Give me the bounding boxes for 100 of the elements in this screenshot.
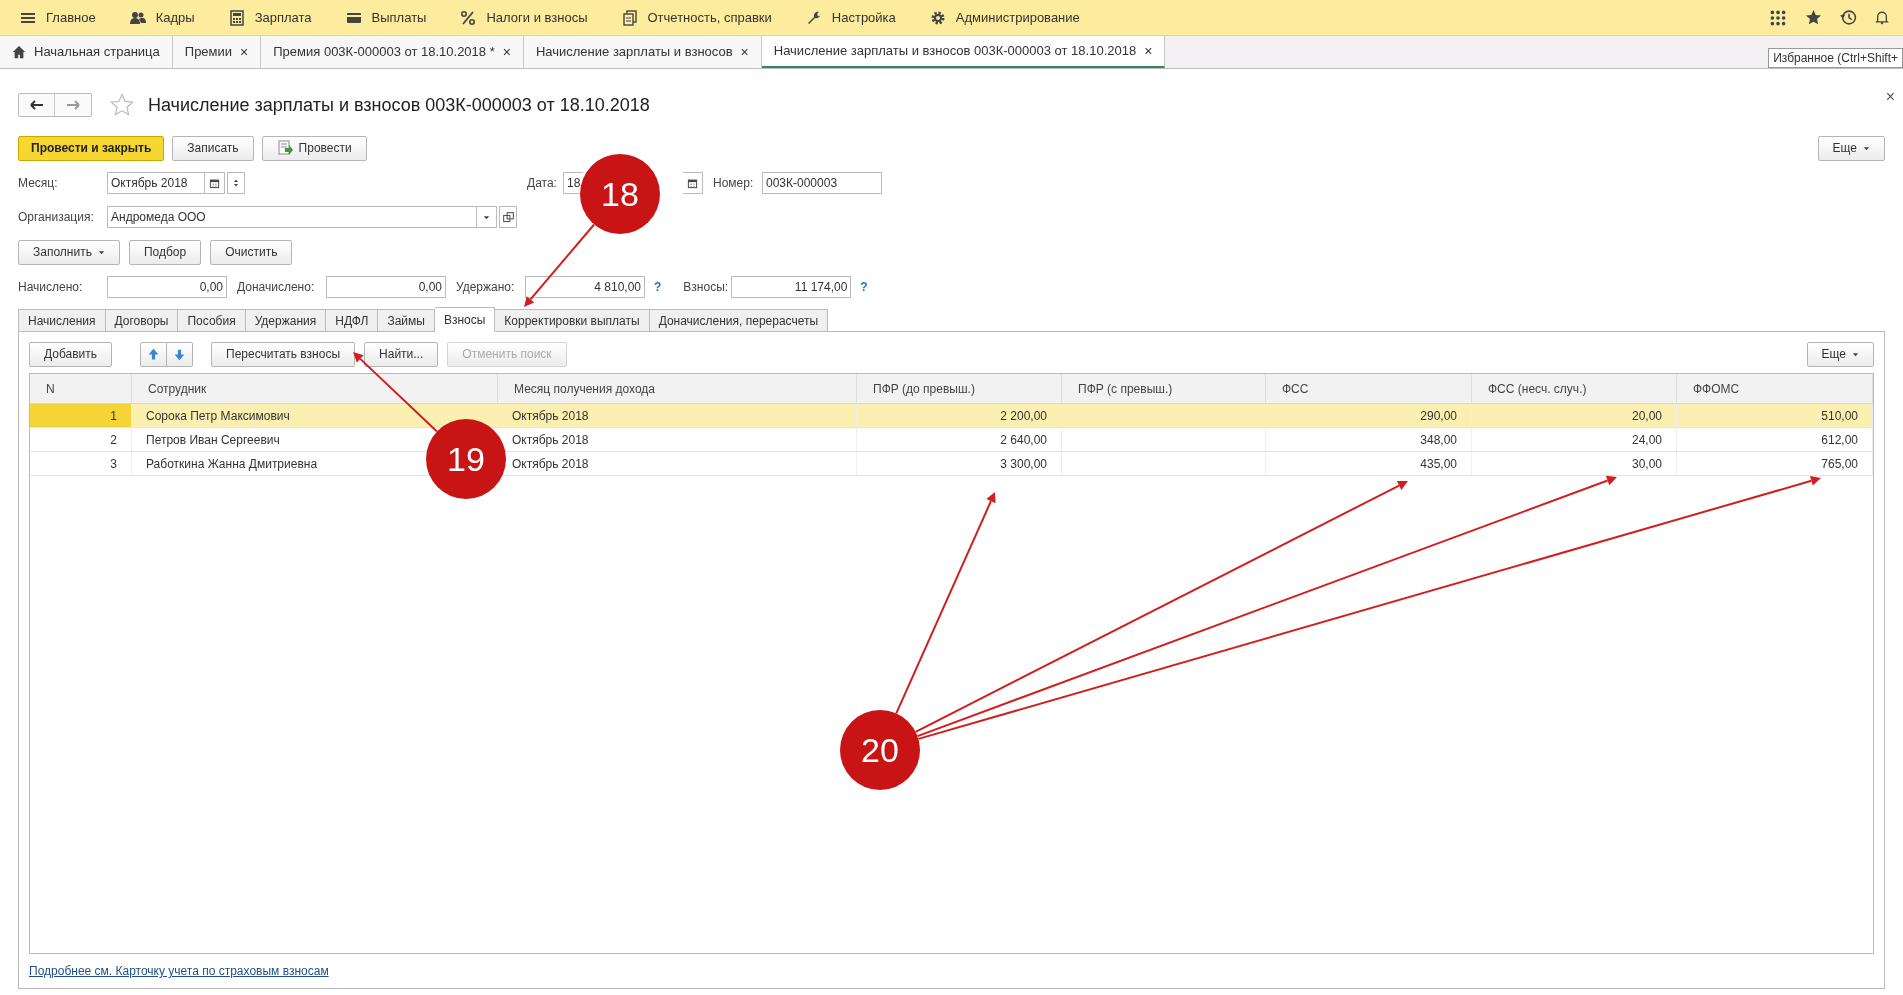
help-link[interactable]: ? [860,278,868,296]
calculator-icon [228,9,245,26]
amount-field[interactable]: 0,00 [107,276,227,298]
organization-field[interactable]: Андромеда ООО [107,206,477,228]
close-tab-icon[interactable]: × [740,41,749,63]
field-label: Доначислено: [237,279,316,296]
menu-item[interactable]: Выплаты [345,7,427,28]
column-header[interactable]: ПФР (до превыш.) [857,374,1062,403]
document-tab[interactable]: Начисление зарплаты и взносов 003К-000003 от 18.10.2018 × [761,36,1166,68]
down-arrow-icon [173,347,187,361]
section-tab[interactable]: НДФЛ [326,309,379,332]
table-cell: 1 [30,404,132,427]
caret-icon [1852,350,1859,358]
column-header[interactable]: ФФОМС [1677,374,1873,403]
menu-item[interactable]: Настройка [805,7,896,28]
people-icon [129,9,146,26]
column-header[interactable]: ПФР (с превыш.) [1062,374,1266,403]
button[interactable]: Очистить [210,239,293,265]
button[interactable]: Пересчитать взносы [211,341,356,367]
section-tab[interactable]: Взносы [434,307,496,332]
open-window-icon [502,211,514,223]
settings-icon [929,9,946,26]
table-cell: 2 [30,428,132,451]
apps-grid-icon [1769,8,1787,27]
calendar-button[interactable] [205,172,225,194]
more-button[interactable]: Еще [1817,135,1885,161]
star-icon [1805,9,1822,26]
caret-icon [97,248,105,256]
menu-item[interactable]: Администрирование [929,7,1080,28]
column-header[interactable]: Месяц получения дохода [498,374,857,403]
more-button[interactable]: Еще [1806,341,1874,367]
document-tab[interactable]: Премия 003К-000003 от 18.10.2018 * × [261,36,524,68]
move-up-button[interactable] [140,341,168,367]
table-cell: 3 300,00 [857,452,1062,475]
section-tab[interactable]: Пособия [178,309,246,332]
help-link[interactable]: ? [654,278,662,296]
field-label: Начислено: [18,279,84,296]
move-down-button[interactable] [167,341,194,367]
calendar-button[interactable] [683,172,703,194]
post-document-icon [276,140,293,156]
table-cell: 612,00 [1677,428,1873,451]
close-tab-icon[interactable]: × [1144,40,1153,62]
section-tab[interactable]: Займы [378,309,435,332]
column-header[interactable]: ФСС (несч. случ.) [1472,374,1677,403]
table-cell: 30,00 [1472,452,1677,475]
table-cell: 290,00 [1266,404,1472,427]
column-header[interactable]: N [30,374,132,403]
callout-number: 18 [580,154,660,234]
post-and-close-button[interactable]: Провести и закрыть [18,135,165,161]
open-button[interactable] [499,206,517,228]
button[interactable]: Подбор [128,239,202,265]
caret-icon [1863,144,1870,152]
amount-field[interactable]: 4 810,00 [525,276,645,298]
close-tab-icon[interactable]: × [502,41,511,63]
field-label: Номер: [713,175,755,192]
table-cell: 348,00 [1266,428,1472,451]
callout-number: 20 [840,710,920,790]
close-icon[interactable]: × [1885,85,1895,109]
section-tab[interactable]: Доначисления, перерасчеты [649,309,829,332]
menu-item[interactable]: Главное [20,7,96,28]
home-icon [12,45,26,59]
menu-item[interactable]: Зарплата [228,7,312,28]
post-button[interactable]: Провести [261,135,367,161]
close-tab-icon[interactable]: × [240,41,249,63]
fill-dropdown-button[interactable]: Заполнить [18,239,120,265]
documents-icon [621,9,638,26]
info-link[interactable]: Подробнее см. Карточку учета по страховым взносам [29,962,329,980]
history-icon [1840,9,1857,26]
navigation-group[interactable] [18,93,92,117]
document-tab[interactable]: Начальная страница [0,36,173,68]
amount-field[interactable]: 0,00 [326,276,446,298]
button[interactable]: Добавить [29,341,113,367]
table-row[interactable]: 1 Сорока Петр Максимович Октябрь 2018 2 200,00 290,00 20,00 510,00 [30,404,1873,428]
field-label: Дата: [527,175,558,192]
calendar-icon [687,177,698,189]
document-tab[interactable]: Премии × [172,36,262,68]
table-cell: 2 200,00 [857,404,1062,427]
table-cell: 3 [30,452,132,475]
percent-icon [460,9,477,26]
menu-item[interactable]: Налоги и взносы [460,7,588,28]
up-down-icon [232,177,240,189]
section-tab[interactable]: Корректировки выплаты [495,309,650,332]
calendar-icon [209,177,220,189]
button[interactable]: Найти... [364,341,439,367]
table-cell: Октябрь 2018 [498,404,857,427]
section-tab[interactable]: Начисления [18,309,106,332]
column-header[interactable]: Сотрудник [132,374,498,403]
table-cell: 510,00 [1677,404,1873,427]
field-label: Удержано: [456,279,516,296]
number-field[interactable]: 003К-000003 [762,172,882,194]
amount-field[interactable]: 11 174,00 [731,276,852,298]
save-button[interactable]: Записать [172,135,254,161]
menu-item[interactable]: Кадры [129,7,195,28]
month-field[interactable]: Октябрь 2018 [107,172,205,194]
menu-item[interactable]: Отчетность, справки [621,7,772,28]
document-tab[interactable]: Начисление зарплаты и взносов × [523,36,762,68]
table-cell: 435,00 [1266,452,1472,475]
date-field[interactable]: 18 [563,172,583,194]
field-label: Месяц: [18,175,59,192]
column-header[interactable]: ФСС [1266,374,1472,403]
